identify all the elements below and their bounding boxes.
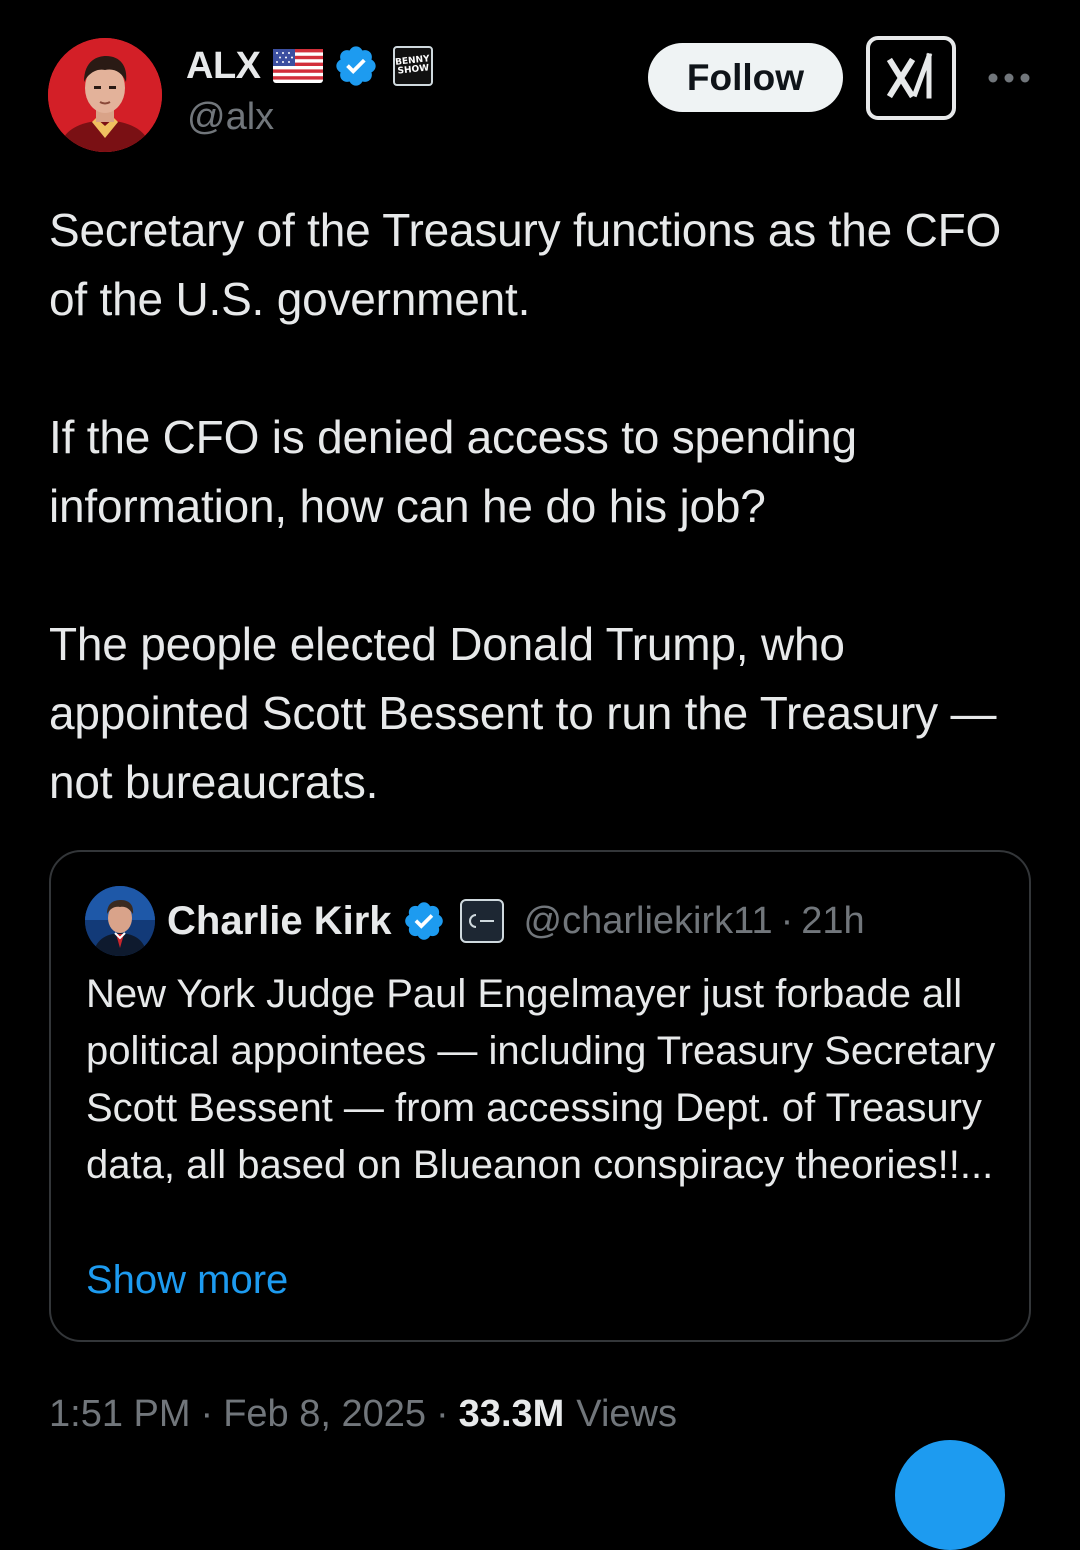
affiliate-badge[interactable]: BENNY SHOW bbox=[392, 46, 433, 86]
views-count: 33.3M bbox=[458, 1393, 565, 1435]
grok-icon bbox=[886, 52, 933, 99]
more-options-button[interactable] bbox=[984, 58, 1034, 98]
quoted-author-handle[interactable]: @charliekirk11 bbox=[524, 900, 773, 943]
separator-dot: · bbox=[436, 1393, 449, 1435]
verified-badge-icon[interactable] bbox=[333, 43, 379, 89]
quoted-author-avatar-image bbox=[85, 886, 155, 956]
affiliate-logo-icon bbox=[468, 914, 494, 928]
more-dots-icon bbox=[988, 73, 1030, 83]
author-avatar[interactable] bbox=[48, 38, 162, 152]
tweet-time[interactable]: 1:51 PM bbox=[49, 1393, 191, 1436]
quoted-tweet-time[interactable]: 21h bbox=[801, 900, 864, 943]
us-flag-icon bbox=[272, 49, 323, 83]
author-handle[interactable]: @alx bbox=[187, 96, 274, 139]
separator-dot: · bbox=[200, 1393, 214, 1435]
affiliate-badge-label: BENNY SHOW bbox=[394, 54, 430, 77]
tweet-paragraph: If the CFO is denied access to spending … bbox=[49, 411, 857, 532]
quoted-affiliate-badge-icon bbox=[459, 899, 504, 943]
tweet-meta: 1:51 PM · Feb 8, 2025 · 33.3M Views bbox=[49, 1393, 677, 1436]
show-more-link[interactable]: Show more bbox=[86, 1252, 288, 1309]
tweet-paragraph: Secretary of the Treasury functions as t… bbox=[49, 204, 1002, 325]
quoted-author-avatar[interactable] bbox=[85, 886, 155, 956]
tweet-text: Secretary of the Treasury functions as t… bbox=[49, 196, 1039, 817]
compose-fab-button[interactable] bbox=[895, 1440, 1005, 1550]
tweet-date[interactable]: Feb 8, 2025 bbox=[223, 1393, 426, 1436]
tweet-paragraph: The people elected Donald Trump, who app… bbox=[49, 618, 997, 808]
author-name-row: ALX BENNY SHOW bbox=[186, 42, 433, 90]
quoted-tweet-card[interactable]: Charlie Kirk @charliekirk11 · 21h New Yo… bbox=[49, 850, 1031, 1342]
author-display-name[interactable]: ALX bbox=[186, 45, 261, 88]
quoted-tweet-header: Charlie Kirk @charliekirk11 · 21h bbox=[85, 886, 865, 956]
views-label: Views bbox=[576, 1393, 677, 1435]
verified-badge-icon bbox=[404, 902, 443, 940]
tweet-page: ALX BENNY SHOW @alx Follow Secretary of … bbox=[0, 0, 1080, 1550]
author-avatar-image bbox=[48, 38, 162, 152]
separator-dot: · bbox=[780, 899, 794, 942]
quoted-author-name[interactable]: Charlie Kirk bbox=[167, 899, 392, 944]
quoted-tweet-text: New York Judge Paul Engelmayer just forb… bbox=[86, 972, 996, 1187]
follow-button[interactable]: Follow bbox=[648, 43, 843, 112]
grok-button[interactable] bbox=[866, 36, 956, 120]
